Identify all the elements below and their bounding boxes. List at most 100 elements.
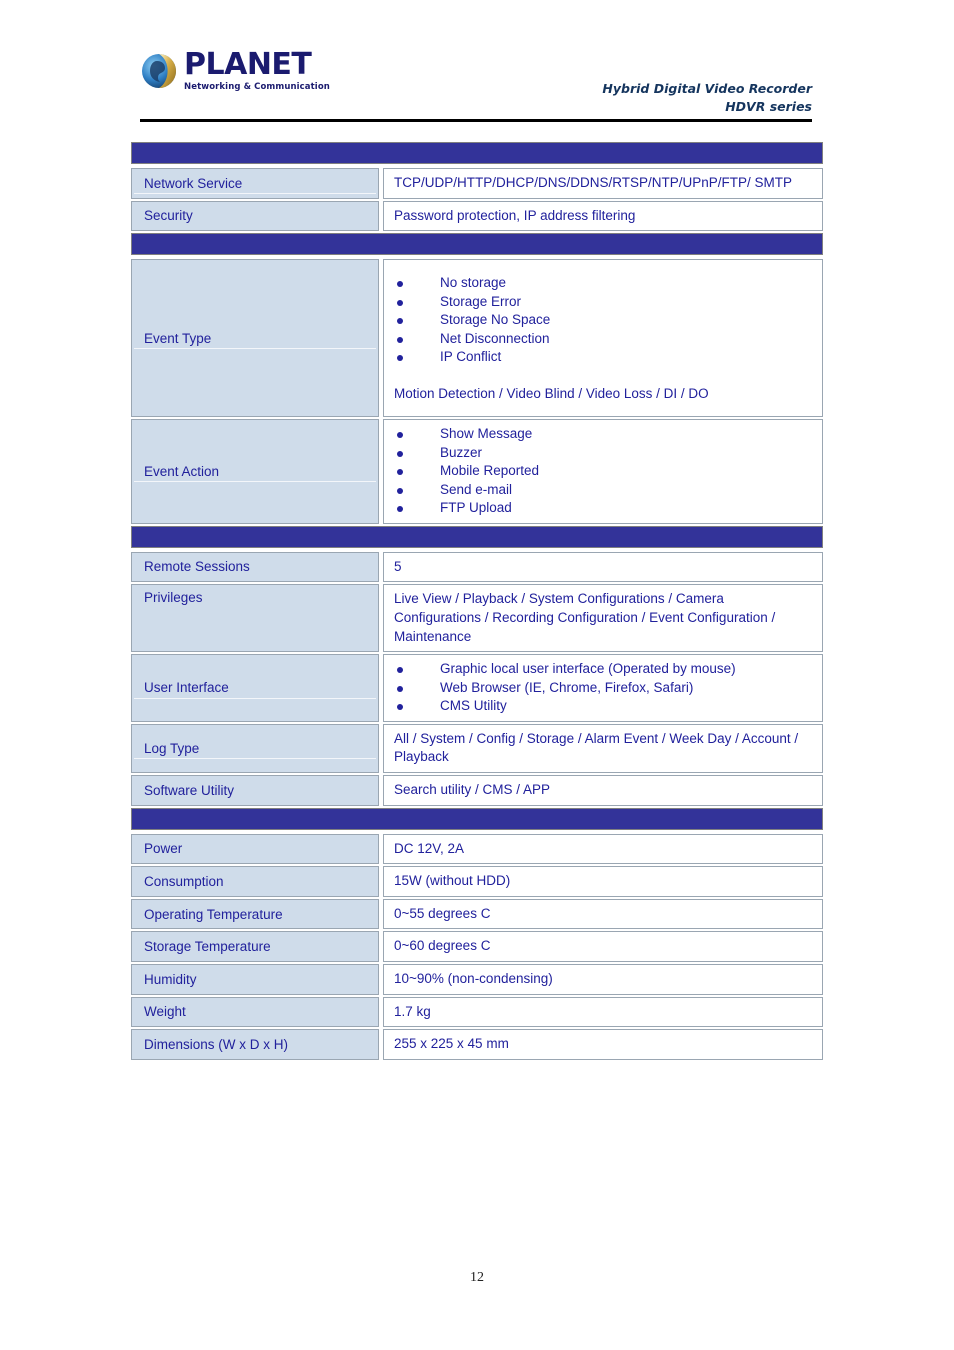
row-label: Security [131, 200, 379, 232]
list-item: Web Browser (IE, Chrome, Firefox, Safari… [394, 679, 814, 697]
table-row: User Interface Graphic local user interf… [131, 654, 823, 722]
row-label-text: Dimensions (W x D x H) [144, 1037, 289, 1053]
row-label: Weight [131, 996, 379, 1028]
row-label: Network Service [131, 168, 379, 199]
row-value-text: Live View / Playback / System Configurat… [394, 591, 776, 644]
row-label-text: Power [144, 841, 183, 857]
row-value: 15W (without HDD) [383, 866, 823, 897]
label-underline [134, 481, 376, 483]
list-item: Buzzer [394, 444, 814, 462]
planet-globe-icon [140, 52, 178, 90]
label-underline [134, 348, 376, 350]
table-row: Remote Sessions 5 [131, 551, 823, 583]
row-label-text: Log Type [144, 740, 200, 756]
section-band-event [131, 233, 823, 256]
row-label: Operating Temperature [131, 898, 379, 930]
table-row: Storage Temperature 0~60 degrees C [131, 931, 823, 962]
label-underline [134, 193, 376, 195]
list-item: CMS Utility [394, 697, 814, 715]
list-item: Send e-mail [394, 481, 814, 499]
row-value: DC 12V, 2A [383, 833, 823, 865]
row-label: Software Utility [131, 774, 379, 806]
row-value: 0~55 degrees C [383, 898, 823, 930]
page-header: PLANET Networking & Communication Hybrid… [140, 42, 812, 122]
page-number: 12 [470, 1270, 484, 1285]
row-label-text: Consumption [144, 873, 224, 889]
table-row: Humidity 10~90% (non-condensing) [131, 964, 823, 995]
row-label-text: Event Type [144, 330, 212, 346]
row-value: 5 [383, 551, 823, 583]
row-value: 1.7 kg [383, 996, 823, 1028]
header-title-line2: HDVR series [725, 99, 812, 115]
list-item: Mobile Reported [394, 462, 814, 480]
section-band-network [131, 142, 823, 164]
list-item: Net Disconnection [394, 330, 814, 348]
document-header-title: Hybrid Digital Video Recorder HDVR serie… [602, 80, 812, 116]
row-label-text: User Interface [144, 680, 229, 696]
row-value: All / System / Config / Storage / Alarm … [383, 723, 823, 773]
row-label: Remote Sessions [131, 551, 379, 583]
header-title-line1: Hybrid Digital Video Recorder [602, 81, 812, 96]
list-item: IP Conflict [394, 348, 814, 366]
bullet-list: Show Message Buzzer Mobile Reported Send… [394, 425, 814, 517]
table-row: Operating Temperature 0~55 degrees C [131, 898, 823, 930]
row-value-text: 5 [394, 558, 402, 574]
table-row: Network Service TCP/UDP/HTTP/DHCP/DNS/DD… [131, 168, 823, 199]
row-value: Live View / Playback / System Configurat… [383, 584, 823, 653]
row-label-text: Network Service [144, 175, 243, 191]
planet-logo-text: PLANET Networking & Communication [184, 50, 330, 92]
row-label: Storage Temperature [131, 931, 379, 962]
row-label-text: Remote Sessions [144, 559, 250, 575]
row-label-text: Storage Temperature [144, 939, 271, 955]
planet-logo: PLANET Networking & Communication [140, 50, 330, 92]
row-value: 0~60 degrees C [383, 931, 823, 962]
row-label-text: Operating Temperature [144, 906, 283, 922]
row-value-text: 0~55 degrees C [394, 905, 491, 921]
planet-tagline: Networking & Communication [184, 82, 330, 92]
planet-wordmark: PLANET [184, 47, 312, 82]
row-value-text: 10~90% (non-condensing) [394, 971, 553, 986]
row-label-text: Humidity [144, 971, 197, 987]
table-row: Software Utility Search utility / CMS / … [131, 774, 823, 806]
table-row: Privileges Live View / Playback / System… [131, 584, 823, 653]
row-label-text: Privileges [144, 590, 203, 606]
row-value-note: Motion Detection / Video Blind / Video L… [394, 385, 709, 401]
row-label: Dimensions (W x D x H) [131, 1029, 379, 1060]
row-label-text: Weight [144, 1004, 186, 1020]
bullet-list: No storage Storage Error Storage No Spac… [394, 274, 814, 366]
row-label-text: Security [144, 208, 193, 224]
row-value-text: All / System / Config / Storage / Alarm … [394, 730, 799, 765]
row-label: Log Type [131, 723, 379, 773]
row-value: Password protection, IP address filterin… [383, 200, 823, 232]
row-value-text: 15W (without HDD) [394, 873, 511, 889]
row-value: 10~90% (non-condensing) [383, 964, 823, 995]
list-item: Show Message [394, 425, 814, 443]
table-row: Power DC 12V, 2A [131, 833, 823, 865]
list-item: No storage [394, 274, 814, 292]
row-value-text: 255 x 225 x 45 mm [394, 1036, 509, 1052]
section-band-physical [131, 807, 823, 830]
list-item: Graphic local user interface (Operated b… [394, 660, 814, 678]
row-label-text: Software Utility [144, 782, 235, 798]
row-value-text: 0~60 degrees C [394, 938, 491, 954]
row-value: No storage Storage Error Storage No Spac… [383, 259, 823, 418]
row-label: User Interface [131, 654, 379, 722]
table-row: Log Type All / System / Config / Storage… [131, 723, 823, 773]
bullet-list: Graphic local user interface (Operated b… [394, 660, 814, 715]
row-label: Privileges [131, 584, 379, 653]
row-value: Graphic local user interface (Operated b… [383, 654, 823, 722]
row-value-text: TCP/UDP/HTTP/DHCP/DNS/DDNS/RTSP/NTP/UPnP… [394, 175, 793, 190]
table-row: Dimensions (W x D x H) 255 x 225 x 45 mm [131, 1029, 823, 1060]
row-label: Power [131, 833, 379, 865]
row-value-text: DC 12V, 2A [394, 840, 465, 856]
list-item: Storage Error [394, 293, 814, 311]
row-value: Show Message Buzzer Mobile Reported Send… [383, 419, 823, 524]
table-row: Security Password protection, IP address… [131, 200, 823, 232]
row-value: TCP/UDP/HTTP/DHCP/DNS/DDNS/RTSP/NTP/UPnP… [383, 168, 823, 199]
section-band-account [131, 525, 823, 548]
specification-table: Network Service TCP/UDP/HTTP/DHCP/DNS/DD… [131, 142, 823, 1062]
label-underline [134, 697, 376, 699]
list-item: FTP Upload [394, 499, 814, 517]
table-row: Event Type No storage Storage Error Stor… [131, 259, 823, 418]
table-row: Event Action Show Message Buzzer Mobile … [131, 419, 823, 524]
